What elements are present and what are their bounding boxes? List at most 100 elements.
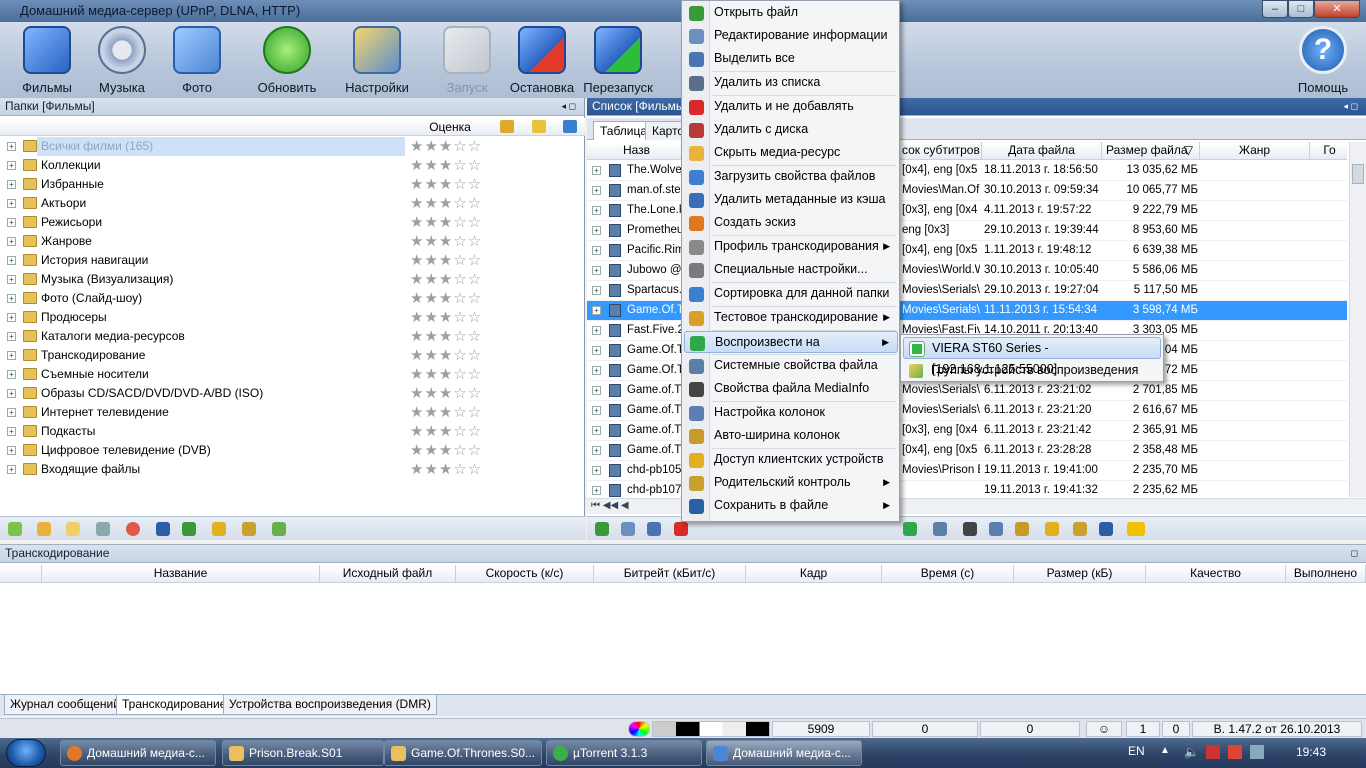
cloud-icon[interactable] [66, 522, 80, 536]
tree-icon[interactable] [272, 522, 286, 536]
open-file-icon[interactable] [595, 522, 609, 536]
flag-icon[interactable] [1206, 745, 1220, 759]
tab-log[interactable]: Журнал сообщений [4, 695, 126, 715]
network-warning-icon[interactable] [1228, 745, 1242, 759]
column-size[interactable]: Размер файла ▽ [1102, 142, 1200, 160]
rating-stars[interactable]: ★★★☆☆ [410, 175, 482, 194]
expand-icon[interactable]: + [592, 226, 601, 235]
tree-item[interactable]: + Образы CD/SACD/DVD/DVD-A/BD (ISO) ★★★☆☆ [0, 384, 585, 403]
column-frame[interactable]: Кадр [746, 565, 882, 583]
column-quality[interactable]: Качество [1146, 565, 1286, 583]
menu-item[interactable]: Авто-ширина колонок [684, 425, 898, 447]
rating-stars[interactable]: ★★★☆☆ [410, 308, 482, 327]
color-swatches[interactable] [652, 721, 770, 737]
tree-item[interactable]: + Коллекции ★★★☆☆ [0, 156, 585, 175]
tree-item[interactable]: + Съемные носители ★★★☆☆ [0, 365, 585, 384]
save-icon[interactable] [1099, 522, 1113, 536]
expand-icon[interactable]: + [7, 427, 16, 436]
expand-icon[interactable]: + [592, 246, 601, 255]
menu-item[interactable]: Сортировка для данной папки [684, 283, 898, 305]
rating-column-header[interactable]: Оценка [405, 120, 495, 134]
tree-item[interactable]: + Интернет телевидение ★★★☆☆ [0, 403, 585, 422]
tree-item[interactable]: + Фото (Слайд-шоу) ★★★☆☆ [0, 289, 585, 308]
tree-item[interactable]: + Транскодирование ★★★☆☆ [0, 346, 585, 365]
expand-icon[interactable]: + [7, 294, 16, 303]
rating-stars[interactable]: ★★★☆☆ [410, 194, 482, 213]
column-subtitles[interactable]: сок субтитров [900, 142, 982, 160]
properties-icon[interactable] [933, 522, 947, 536]
menu-item[interactable]: Удалить метаданные из кэша [684, 189, 898, 211]
language-indicator[interactable]: EN [1128, 744, 1145, 758]
column-icon-1[interactable] [500, 120, 514, 133]
expand-icon[interactable]: + [7, 199, 16, 208]
pin-icon[interactable]: ◂ ◻ [1344, 98, 1359, 115]
column-source[interactable]: Исходный файл [320, 565, 456, 583]
menu-item[interactable]: Воспроизвести на ▶ [684, 331, 898, 353]
expand-icon[interactable]: + [7, 465, 16, 474]
menu-item[interactable]: Тестовое транскодирование ▶ [684, 307, 898, 329]
tree-item[interactable]: + Актьори ★★★☆☆ [0, 194, 585, 213]
vertical-scrollbar[interactable] [1349, 142, 1366, 497]
rating-stars[interactable]: ★★★☆☆ [410, 251, 482, 270]
tree-item[interactable]: + Всички филми (165) ★★★☆☆ [0, 137, 585, 156]
expand-icon[interactable]: + [592, 466, 601, 475]
speaker-icon[interactable]: 🔈 [1184, 745, 1199, 759]
start-button[interactable] [6, 739, 46, 767]
column-done[interactable]: Выполнено [1286, 565, 1366, 583]
rating-stars[interactable]: ★★★☆☆ [410, 289, 482, 308]
expand-icon[interactable]: + [7, 180, 16, 189]
menu-item[interactable]: Доступ клиентских устройств [684, 449, 898, 471]
select-all-icon[interactable] [647, 522, 661, 536]
column-more[interactable]: Го [1310, 142, 1347, 160]
menu-item[interactable]: Системные свойства файла [684, 355, 898, 377]
scroll-thumb[interactable] [1352, 164, 1364, 184]
menu-item[interactable]: Создать эскиз [684, 212, 898, 234]
column-title[interactable]: Название [42, 565, 320, 583]
menu-item[interactable]: Сохранить в файле ▶ [684, 495, 898, 517]
column-bitrate[interactable]: Битрейт (кБит/с) [594, 565, 746, 583]
expand-icon[interactable]: + [7, 256, 16, 265]
rating-stars[interactable]: ★★★☆☆ [410, 441, 482, 460]
color-icon[interactable] [628, 721, 650, 737]
expand-icon[interactable]: + [7, 313, 16, 322]
tree-item[interactable]: + Избранные ★★★☆☆ [0, 175, 585, 194]
task-hms-1[interactable]: Домашний медиа-с... [60, 740, 216, 766]
column-speed[interactable]: Скорость (к/с) [456, 565, 594, 583]
expand-icon[interactable]: + [592, 206, 601, 215]
settings-button[interactable]: Настройки [337, 26, 417, 95]
column-blank[interactable] [0, 565, 42, 583]
rating-stars[interactable]: ★★★☆☆ [410, 346, 482, 365]
expand-icon[interactable]: + [7, 370, 16, 379]
expand-icon[interactable]: + [592, 306, 601, 315]
tree-item[interactable]: + История навигации ★★★☆☆ [0, 251, 585, 270]
menu-item[interactable]: Настройка колонок [684, 402, 898, 424]
rating-stars[interactable]: ★★★☆☆ [410, 365, 482, 384]
expand-icon[interactable]: + [7, 237, 16, 246]
key-icon[interactable] [212, 522, 226, 536]
columns-icon[interactable] [989, 522, 1003, 536]
expand-icon[interactable]: + [7, 351, 16, 360]
autowidth-icon[interactable] [1015, 522, 1029, 536]
expand-icon[interactable]: + [592, 426, 601, 435]
column-time[interactable]: Время (с) [882, 565, 1014, 583]
menu-item[interactable]: Редактирование информации [684, 25, 898, 47]
parental-icon[interactable] [1073, 522, 1087, 536]
rating-stars[interactable]: ★★★☆☆ [410, 384, 482, 403]
expand-icon[interactable]: + [592, 326, 601, 335]
rating-stars[interactable]: ★★★☆☆ [410, 460, 482, 479]
add-folder-icon[interactable] [8, 522, 22, 536]
rating-stars[interactable]: ★★★☆☆ [410, 270, 482, 289]
menu-item[interactable]: Специальные настройки... [684, 259, 898, 281]
tree-item[interactable]: + Подкасты ★★★☆☆ [0, 422, 585, 441]
key-icon[interactable] [532, 120, 546, 133]
task-game-of-thrones[interactable]: Game.Of.Thrones.S0... [384, 740, 542, 766]
tree-item[interactable]: + Жанрове ★★★☆☆ [0, 232, 585, 251]
expand-icon[interactable]: + [592, 346, 601, 355]
menu-item[interactable]: Выделить все [684, 48, 898, 70]
expand-icon[interactable]: + [592, 446, 601, 455]
device-groups[interactable]: Группы устройств воспроизведения [903, 360, 1161, 382]
tree-item[interactable]: + Продюсеры ★★★☆☆ [0, 308, 585, 327]
rating-stars[interactable]: ★★★☆☆ [410, 232, 482, 251]
expand-icon[interactable]: + [7, 161, 16, 170]
lifebuoy-icon[interactable] [126, 522, 140, 536]
